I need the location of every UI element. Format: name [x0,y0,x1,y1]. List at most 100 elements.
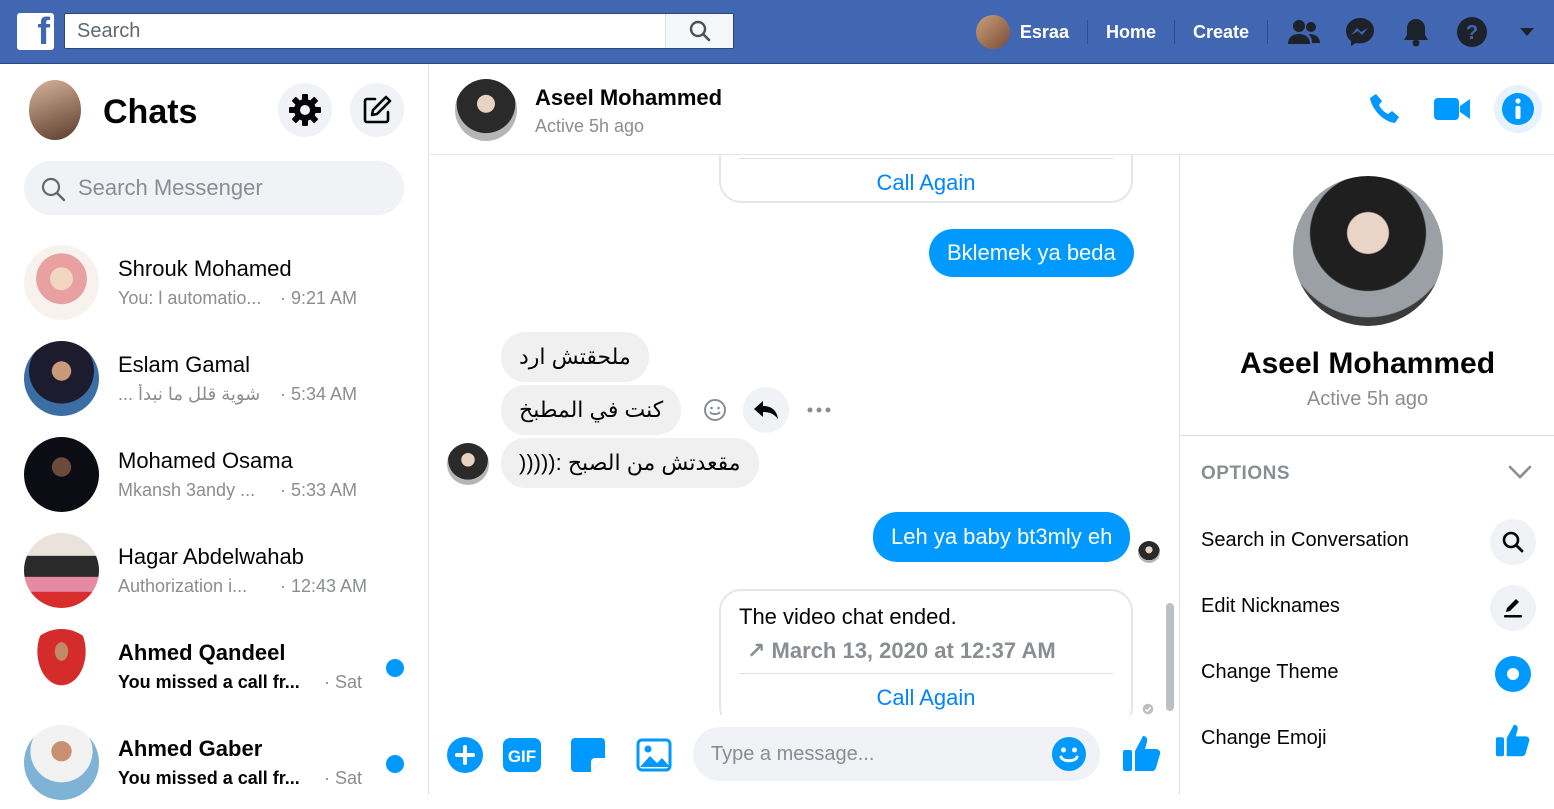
unread-indicator [386,755,404,773]
sticker-button[interactable] [566,733,610,777]
contact-name: Ahmed Qandeel [118,640,286,665]
conversation-item[interactable]: Shrouk Mohamed You: l automatio... · 9:2… [0,233,428,329]
facebook-search-input[interactable] [65,14,665,48]
facebook-logo[interactable]: f [17,13,54,50]
my-avatar[interactable] [29,80,81,140]
profile-link[interactable]: Esraa [975,15,1087,49]
top-navigation-bar: f Esraa Home Create ? [0,0,1554,64]
message-list[interactable]: Call Again Bklemek ya beda ملحقتش ارد كن… [430,155,1179,715]
gif-button[interactable]: GIF [500,733,544,777]
contact-name: Shrouk Mohamed [118,256,292,281]
help-icon: ? [1457,17,1487,47]
conversation-info-button[interactable] [1494,85,1542,133]
chevron-down-icon [1508,465,1532,479]
option-edit-nicknames[interactable]: Edit Nicknames [1180,575,1554,641]
contact-name[interactable]: Aseel Mohammed [535,85,722,111]
message-input[interactable] [711,727,1041,781]
facebook-search [64,13,734,49]
chat-header: Aseel Mohammed Active 5h ago [430,65,1554,155]
friend-requests-button[interactable] [1276,0,1332,64]
settings-button[interactable] [278,83,332,137]
call-again-button[interactable]: Call Again [721,685,1131,711]
video-call-button[interactable] [1428,85,1476,133]
reply-icon [754,401,778,419]
call-again-button[interactable]: Call Again [721,170,1131,196]
option-icon-wrap [1490,717,1536,763]
option-search-in-conversation[interactable]: Search in Conversation [1180,509,1554,575]
contact-avatar [24,245,99,320]
more-options-button[interactable] [443,733,487,777]
emoji-button[interactable] [1051,736,1087,777]
help-button[interactable]: ? [1444,0,1500,64]
last-message-time: · Sat [324,672,363,692]
nav-divider [1086,20,1088,44]
voice-call-button[interactable] [1361,85,1409,133]
reply-button[interactable] [743,387,789,433]
contact-profile-picture[interactable] [1293,176,1443,326]
new-message-button[interactable] [350,83,404,137]
search-button[interactable] [665,14,733,48]
notifications-button[interactable] [1388,0,1444,64]
option-icon-wrap [1490,585,1536,631]
conversation-item[interactable]: Hagar Abdelwahab Authorization i... · 12… [0,521,428,617]
conversation-pane: Call Again Bklemek ya beda ملحقتش ارد كن… [430,155,1179,794]
send-like-button[interactable] [1118,727,1166,779]
messenger-button[interactable] [1332,0,1388,64]
option-label: Change Emoji [1201,727,1327,749]
outgoing-message[interactable]: Bklemek ya beda [929,229,1134,277]
last-message-time: · 12:43 AM [280,576,368,596]
options-section-title[interactable]: OPTIONS [1201,463,1290,485]
outgoing-message[interactable]: Leh ya baby bt3mly eh [873,512,1131,562]
react-button[interactable] [692,387,738,433]
contact-avatar [24,533,99,608]
nav-divider [1173,20,1175,44]
read-receipt-avatar [1138,541,1160,563]
theme-icon [1495,656,1531,692]
contact-active-status: Active 5h ago [535,116,645,136]
option-change-emoji[interactable]: Change Emoji [1180,707,1554,773]
last-message-time: · 9:21 AM [280,288,358,308]
contact-name: Mohamed Osama [118,448,293,473]
last-message-snippet: شوية قلل ما نبدأ ... [118,384,261,404]
contact-avatar [24,629,99,704]
svg-text:GIF: GIF [508,747,536,766]
option-change-theme[interactable]: Change Theme [1180,641,1554,707]
sender-avatar[interactable] [447,443,489,485]
account-menu-button[interactable] [1500,0,1554,64]
scrollbar-thumb[interactable] [1166,603,1174,711]
home-link[interactable]: Home [1106,22,1156,43]
options-collapse-toggle[interactable] [1508,465,1532,484]
chats-title: Chats [103,93,198,131]
create-link[interactable]: Create [1193,22,1249,43]
conversation-item[interactable]: Mohamed Osama Mkansh 3andy ... · 5:33 AM [0,425,428,521]
option-label: Change Theme [1201,661,1339,683]
incoming-message[interactable]: ملحقتش ارد [501,332,649,382]
photo-button[interactable] [632,733,676,777]
last-message-time: · 5:33 AM [280,480,358,500]
thumbs-up-icon [1495,724,1530,757]
contact-name: Aseel Mohammed [1239,347,1496,380]
contact-avatar [24,725,99,800]
phone-icon [1370,94,1399,123]
smiley-icon [1052,737,1086,771]
thumbs-up-icon [1123,736,1161,771]
card-divider [739,673,1113,674]
incoming-message[interactable]: كنت في المطبخ [501,385,682,435]
conversation-item[interactable]: Ahmed Qandeel You missed a call fr... · … [0,617,428,713]
video-chat-timestamp: ↗ March 13, 2020 at 12:37 AM [747,638,1056,663]
last-message-time: · Sat [324,768,363,788]
video-camera-icon [1434,98,1470,120]
messenger-search-input[interactable] [78,161,388,215]
messenger-icon [1346,18,1374,46]
message-composer: GIF [430,715,1179,794]
more-actions-button[interactable] [796,387,842,433]
image-icon [636,738,672,772]
compose-icon [363,95,392,124]
incoming-message[interactable]: مقعدتش من الصبح :((((( [501,438,759,488]
conversation-item[interactable]: Eslam Gamal شوية قلل ما نبدأ ... · 5:34 … [0,329,428,425]
conversation-item[interactable]: Ahmed Gaber You missed a call fr... · Sa… [0,713,428,809]
contact-avatar[interactable] [455,79,517,141]
conversation-info-panel: Aseel Mohammed Active 5h ago OPTIONS Sea… [1179,155,1554,794]
smiley-icon [704,399,726,421]
contact-avatar [24,341,99,416]
